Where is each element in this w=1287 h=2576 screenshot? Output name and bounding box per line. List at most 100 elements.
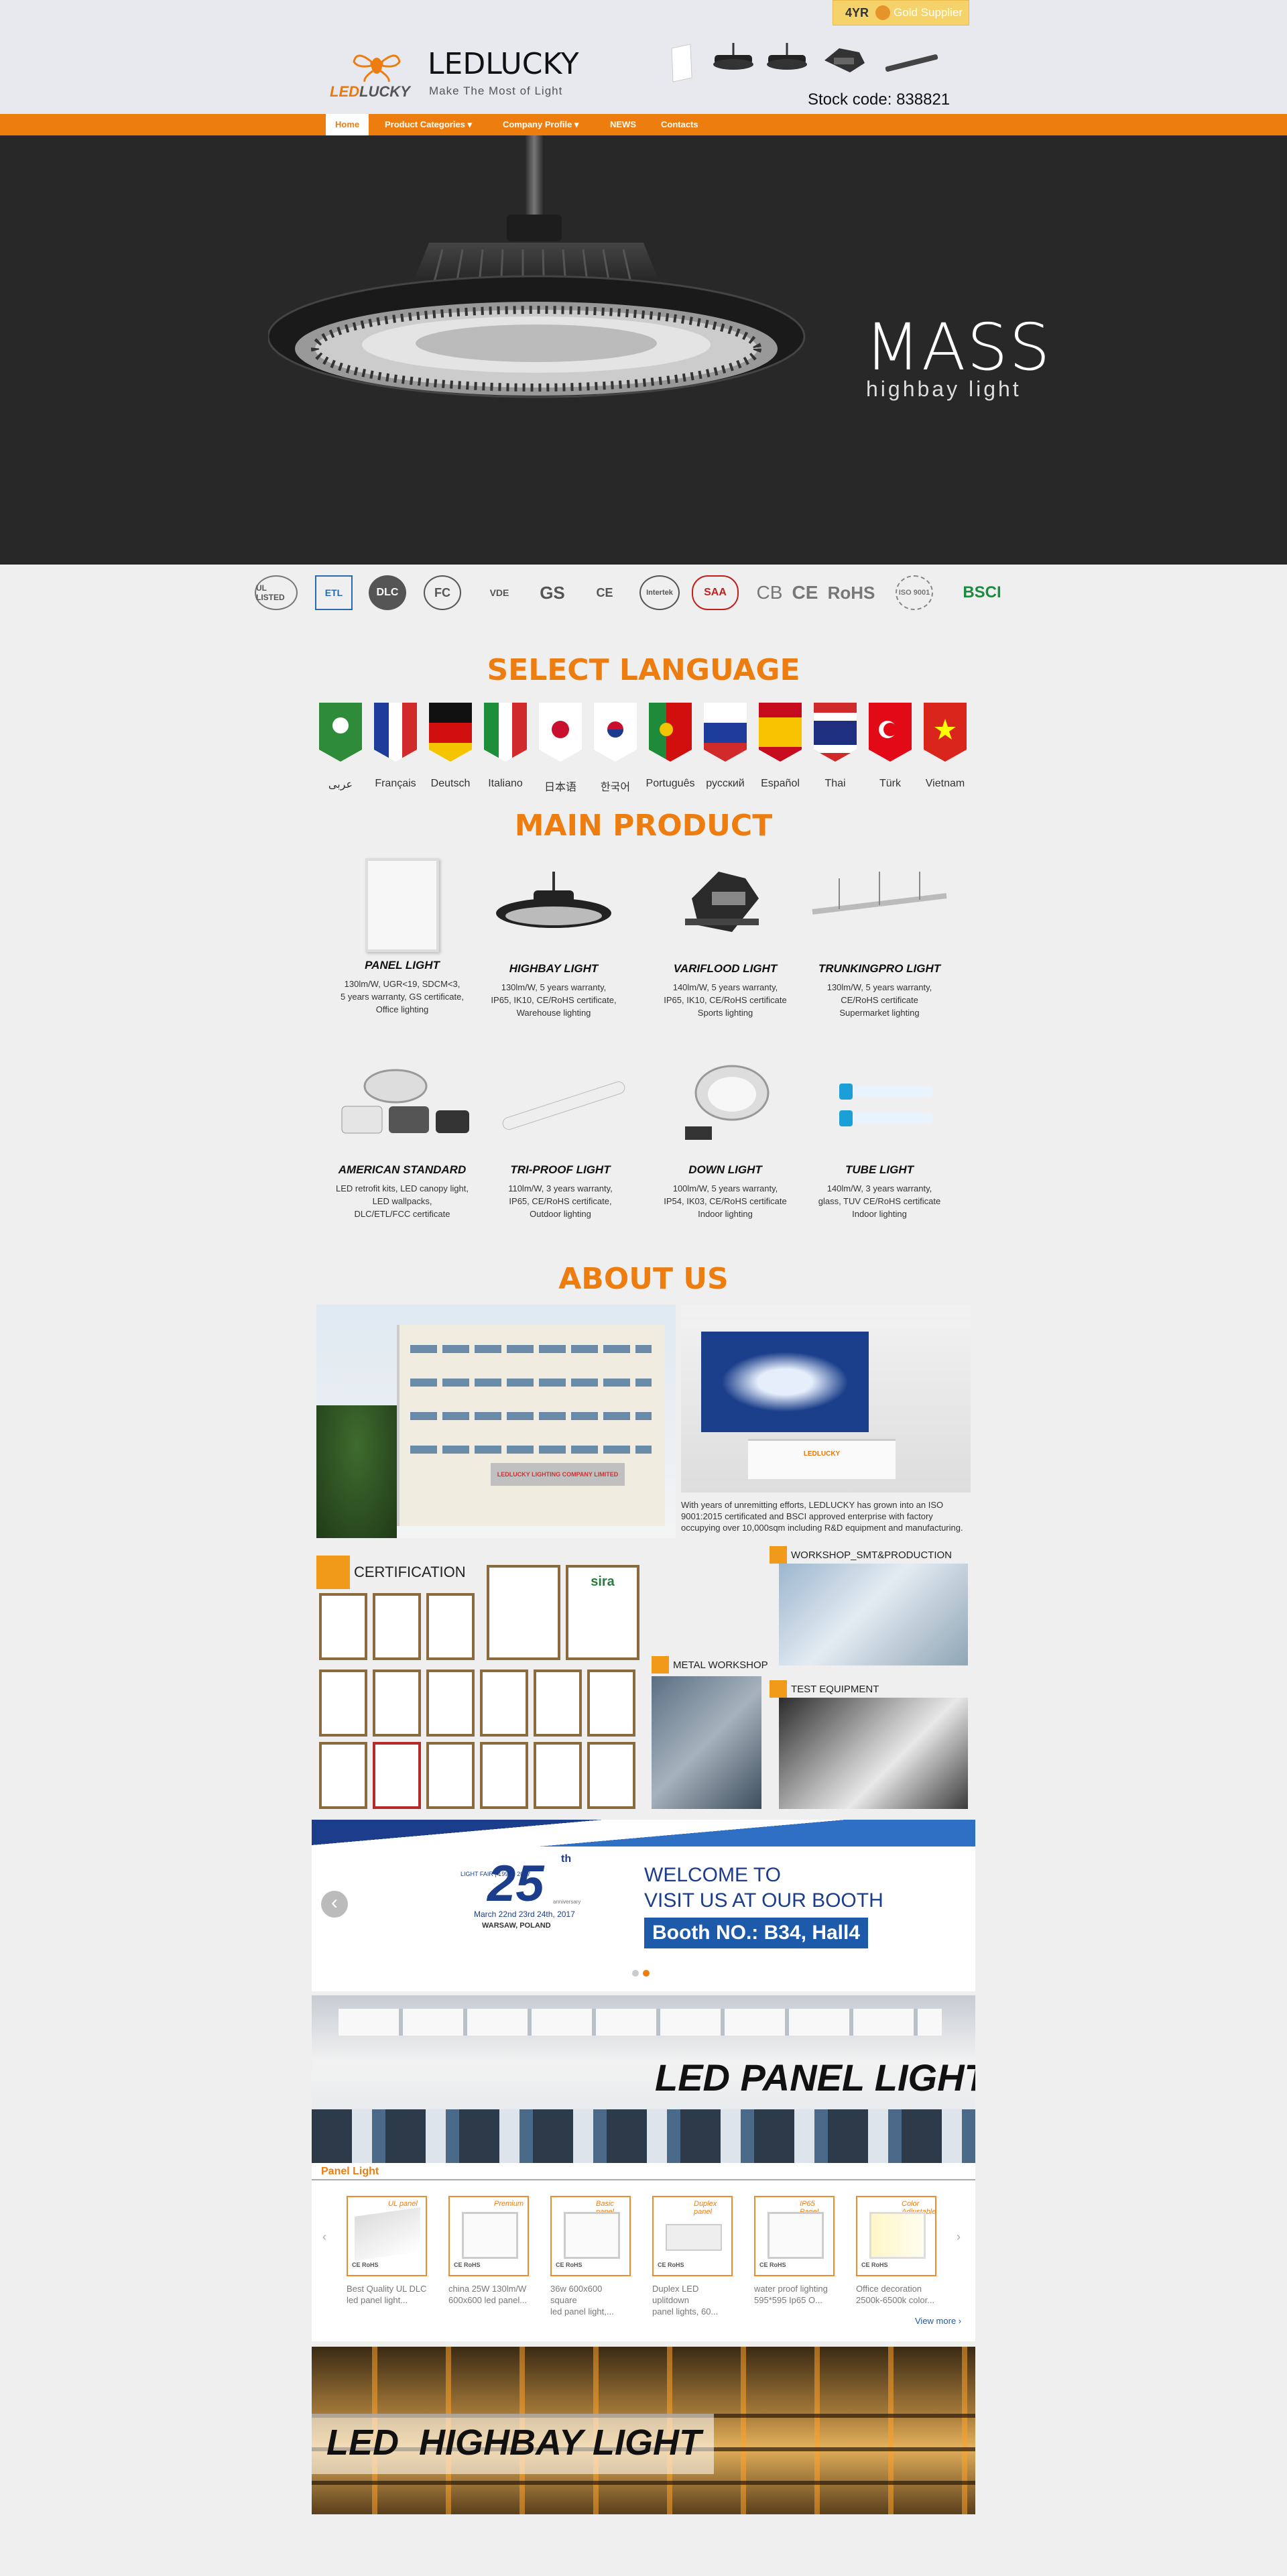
lang-spanish[interactable]: Español: [753, 778, 808, 790]
down-light-image: [685, 1065, 770, 1140]
product-tri-proof-light[interactable]: TRI-PROOF LIGHT 110lm/W, 3 years warrant…: [480, 1053, 641, 1220]
certificate-doc: [426, 1593, 475, 1660]
panel-product-card[interactable]: Basic panel CE RoHS 36w 600x600 squarele…: [550, 2196, 631, 2317]
certificate-doc: [319, 1670, 367, 1737]
rohs-logo: RoHS: [827, 582, 875, 603]
nav-home[interactable]: Home: [326, 114, 369, 135]
ce-emark-logo: CE: [596, 585, 613, 599]
site-name: LEDLUCKY: [428, 47, 579, 81]
nav-company-profile[interactable]: Company Profile ▾: [493, 114, 588, 135]
lang-arabic[interactable]: عربى: [313, 778, 368, 791]
lang-japanese[interactable]: 日本语: [533, 778, 588, 794]
product-down-light[interactable]: DOWN LIGHT 100lm/W, 5 years warranty, IP5…: [645, 1053, 806, 1220]
nav-news[interactable]: NEWS: [601, 114, 646, 135]
product-tube-light[interactable]: TUBE LIGHT 140lm/W, 3 years warranty, gla…: [799, 1053, 960, 1220]
certificate-doc: [426, 1670, 475, 1737]
etl-logo: ETL: [315, 575, 353, 610]
certificate-doc: [587, 1742, 635, 1809]
hero-subtitle: highbay light: [866, 377, 1022, 401]
highbay-light-banner[interactable]: LED HIGHBAY LIGHT: [312, 2347, 975, 2514]
product-title: DOWN LIGHT: [688, 1163, 762, 1176]
product-desc: 100lm/W, 5 years warranty, IP54, IK03, CE…: [664, 1183, 787, 1219]
gold-supplier-badge[interactable]: 4YR Gold Supplier: [833, 0, 969, 25]
carousel-prev-icon[interactable]: ‹: [321, 1891, 348, 1918]
product-thumb: Duplex panel CE RoHS: [652, 2196, 733, 2276]
fair-carousel[interactable]: 25 th LIGHT FAIR | 1993 - 2017 anniversa…: [312, 1820, 975, 1991]
panel-product-card[interactable]: Duplex panel CE RoHS Duplex LED uplitdow…: [652, 2196, 733, 2317]
lang-korean[interactable]: 한국어: [588, 778, 643, 794]
panel-product-card[interactable]: UL panel CE RoHS Best Quality UL DLC led …: [347, 2196, 427, 2306]
product-caption: water proof lighting 595*595 Ip65 O...: [754, 2284, 828, 2305]
product-title: HIGHBAY LIGHT: [509, 962, 599, 975]
variflood-light-image: [685, 872, 759, 932]
certificate-doc: [373, 1742, 421, 1809]
panel-product-card[interactable]: IP65 Panel CE RoHS water proof lighting5…: [754, 2196, 835, 2306]
metal-workshop-photo: [652, 1676, 761, 1809]
logo-suffix: LUCKY: [359, 83, 410, 100]
certificate-doc: [426, 1742, 475, 1809]
carousel-dot[interactable]: [632, 1970, 639, 1977]
panel-product-card[interactable]: Color Adjustable CE RoHS Office decorati…: [856, 2196, 936, 2306]
site-header: 4YR Gold Supplier LEDLUCKY LEDLUCKY Make…: [0, 0, 1287, 114]
product-thumb: UL panel CE RoHS: [347, 2196, 427, 2276]
lang-thai[interactable]: Thai: [808, 778, 863, 790]
product-title: TUBE LIGHT: [845, 1163, 914, 1176]
product-desc: LED retrofit kits, LED canopy light, LED …: [336, 1183, 469, 1219]
gs-logo: GS: [540, 582, 565, 603]
panel-light-tab[interactable]: Panel Light: [321, 2166, 379, 2178]
panel-product-card[interactable]: Premium CE RoHS china 25W 130lm/W 600x600…: [448, 2196, 529, 2306]
product-highbay-light[interactable]: HIGHBAY LIGHT 130lm/W, 5 years warranty,…: [473, 852, 634, 1019]
vde-logo: VDE: [489, 587, 509, 598]
carousel-dot-active[interactable]: [643, 1970, 650, 1977]
lang-portuguese[interactable]: Português: [643, 778, 698, 790]
product-thumb: Premium CE RoHS: [448, 2196, 529, 2276]
product-panel-light[interactable]: PANEL LIGHT 130lm/W, UGR<19, SDCM<3, 5 ye…: [322, 852, 483, 1016]
metal-workshop-label: METAL WORKSHOP: [652, 1656, 768, 1674]
saa-logo: SAA: [692, 575, 739, 610]
stock-code: Stock code: 838821: [808, 91, 951, 109]
site-tagline: Make The Most of Light: [429, 84, 563, 97]
workshop-label: WORKSHOP_SMT&PRODUCTION: [770, 1546, 952, 1564]
product-title: TRI-PROOF LIGHT: [510, 1163, 611, 1176]
lang-russian[interactable]: русский: [698, 778, 753, 790]
product-thumb: Color Adjustable CE RoHS: [856, 2196, 936, 2276]
lang-italian[interactable]: Italiano: [478, 778, 533, 790]
view-more-link[interactable]: View more ›: [915, 2316, 961, 2326]
lang-german[interactable]: Deutsch: [423, 778, 478, 790]
panel-light-image: [322, 852, 483, 952]
product-trunkingpro-light[interactable]: TRUNKINGPRO LIGHT 130lm/W, 5 years warra…: [799, 852, 960, 1019]
certificate-doc: [373, 1593, 421, 1660]
logo-prefix: LED: [330, 83, 359, 100]
lang-vietnamese[interactable]: Vietnam: [918, 778, 973, 790]
product-variflood-light[interactable]: VARIFLOOD LIGHT 140lm/W, 5 years warrant…: [645, 852, 806, 1019]
logo-text: LEDLUCKY: [330, 83, 410, 101]
thumbs-prev-icon[interactable]: ‹: [322, 2230, 326, 2244]
product-american-standard[interactable]: AMERICAN STANDARD LED retrofit kits, LED…: [322, 1053, 483, 1220]
lang-french[interactable]: Français: [368, 778, 423, 790]
tube-light-image: [839, 1084, 933, 1126]
dlc-logo: DLC: [369, 575, 406, 610]
medal-icon: [875, 5, 891, 20]
booth-badge: Booth NO.: B34, Hall4: [644, 1918, 869, 1948]
fair-name: LIGHT FAIR | 1993 - 2017: [461, 1871, 531, 1877]
product-caption: Office decoration 2500k-6500k color...: [856, 2284, 935, 2305]
certificate-doc: [319, 1742, 367, 1809]
product-title: PANEL LIGHT: [365, 959, 440, 972]
nav-contacts[interactable]: Contacts: [652, 114, 708, 135]
product-title: AMERICAN STANDARD: [338, 1163, 467, 1176]
reception-photo: LEDLUCKY: [681, 1305, 971, 1492]
thumbs-next-icon[interactable]: ›: [957, 2230, 961, 2244]
product-desc: 140lm/W, 3 years warranty, glass, TUV CE/…: [818, 1183, 941, 1219]
building-sign: LEDLUCKY LIGHTING COMPANY LIMITED: [491, 1463, 625, 1486]
lang-turkish[interactable]: Türk: [863, 778, 918, 790]
reception-sign: LEDLUCKY: [748, 1439, 896, 1479]
highbay-lamp-image: [268, 135, 806, 398]
about-text: With years of unremitting efforts, LEDLU…: [681, 1500, 963, 1533]
nav-product-categories[interactable]: Product Categories ▾: [375, 114, 481, 135]
fair-suffix: th: [561, 1853, 572, 1865]
header-product-images: [671, 43, 938, 82]
hero-banner[interactable]: MASS highbay light: [0, 135, 1287, 565]
panel-light-banner[interactable]: LED PANEL LIGHT: [312, 1995, 975, 2163]
certification-logos: UL LISTED ETL DLC FC VDE GS CE Intertek …: [255, 570, 1032, 617]
product-caption: 36w 600x600 square led panel light,...: [550, 2284, 614, 2317]
